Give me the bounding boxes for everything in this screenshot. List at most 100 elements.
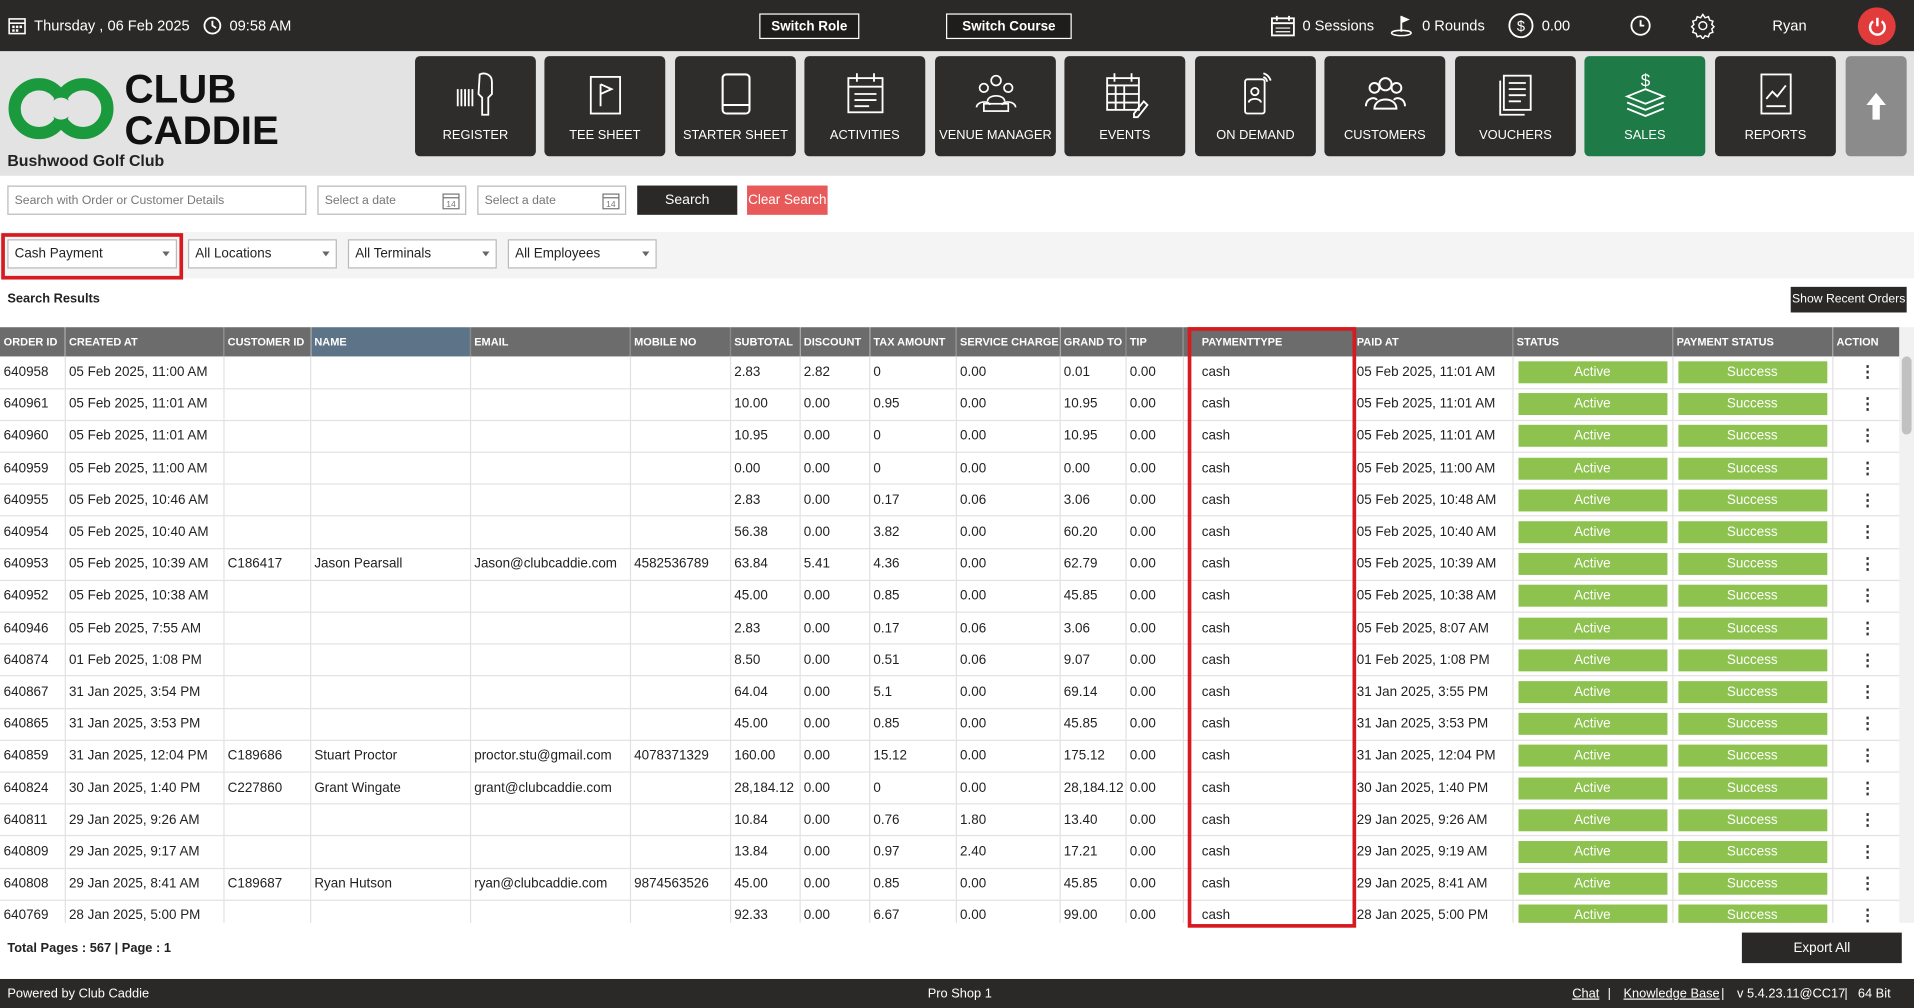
col-created-at[interactable]: CREATED AT xyxy=(64,327,224,357)
balance-indicator[interactable]: $ 0.00 xyxy=(1508,0,1570,51)
nav-tee-sheet[interactable]: TEE SHEET xyxy=(544,56,666,157)
row-actions-menu-icon[interactable]: ⋮ xyxy=(1832,708,1900,741)
search-input[interactable]: Search with Order or Customer Details xyxy=(7,185,307,215)
switch-course-button[interactable]: Switch Course xyxy=(946,13,1072,40)
payment-status-badge: Success xyxy=(1677,361,1827,384)
settings-button[interactable] xyxy=(1689,0,1716,51)
col-payment-status[interactable]: PAYMENT STATUS xyxy=(1672,327,1833,357)
row-actions-menu-icon[interactable]: ⋮ xyxy=(1832,803,1900,837)
table-row[interactable]: 640859 31 Jan 2025, 12:04 PM C189686 Stuart… xyxy=(0,740,1900,773)
date-to-input[interactable]: Select a date 14 xyxy=(477,185,627,215)
cell-status: Active xyxy=(1512,388,1673,421)
scrollbar-thumb[interactable] xyxy=(1901,356,1912,435)
cell-discount: 0.00 xyxy=(799,867,870,901)
col-name[interactable]: NAME xyxy=(310,327,471,357)
col-subtotal[interactable]: SUBTOTAL xyxy=(729,327,801,357)
row-actions-menu-icon[interactable]: ⋮ xyxy=(1832,644,1900,677)
nav-on-demand[interactable]: ON DEMAND xyxy=(1195,56,1316,157)
date-from-input[interactable]: Select a date 14 xyxy=(317,185,467,215)
row-actions-menu-icon[interactable]: ⋮ xyxy=(1832,740,1900,773)
nav-venue-manager[interactable]: VENUE MANAGER xyxy=(935,56,1056,157)
nav-starter-sheet[interactable]: STARTER SHEET xyxy=(675,56,796,157)
power-icon xyxy=(1868,17,1886,36)
chat-link[interactable]: Chat xyxy=(1572,986,1599,1001)
col-tax[interactable]: TAX AMOUNT xyxy=(869,327,957,357)
location-select[interactable]: All Locations xyxy=(187,239,337,269)
nav-customers[interactable]: CUSTOMERS xyxy=(1324,56,1446,157)
row-actions-menu-icon[interactable]: ⋮ xyxy=(1832,899,1900,923)
table-row[interactable]: 640867 31 Jan 2025, 3:54 PM 64.04 0.00 5.1 0.… xyxy=(0,676,1900,709)
row-actions-menu-icon[interactable]: ⋮ xyxy=(1832,612,1900,645)
row-actions-menu-icon[interactable]: ⋮ xyxy=(1832,580,1900,613)
orders-table-wrapper[interactable]: ORDER ID CREATED AT CUSTOMER ID NAME EMA… xyxy=(0,327,1900,923)
cell-tax: 0.85 xyxy=(869,867,957,901)
cell-tax: 3.82 xyxy=(869,516,957,549)
table-scrollbar[interactable] xyxy=(1899,327,1914,923)
logout-button[interactable] xyxy=(1857,7,1896,46)
nav-events[interactable]: EVENTS xyxy=(1064,56,1186,157)
row-actions-menu-icon[interactable]: ⋮ xyxy=(1832,356,1900,390)
col-discount[interactable]: DISCOUNT xyxy=(799,327,870,357)
col-status[interactable]: STATUS xyxy=(1512,327,1673,357)
row-actions-menu-icon[interactable]: ⋮ xyxy=(1832,516,1900,549)
nav-vouchers[interactable]: VOUCHERS xyxy=(1455,56,1576,157)
row-actions-menu-icon[interactable]: ⋮ xyxy=(1832,388,1900,421)
table-row[interactable]: 640960 05 Feb 2025, 11:01 AM 10.95 0.00 0 0.0… xyxy=(0,420,1900,453)
scroll-up-button[interactable] xyxy=(1845,56,1907,157)
show-recent-orders-button[interactable]: Show Recent Orders xyxy=(1790,286,1907,313)
nav-register[interactable]: REGISTER xyxy=(415,56,536,157)
rounds-indicator[interactable]: 0 Rounds xyxy=(1390,0,1485,51)
nav-reports[interactable]: REPORTS xyxy=(1715,56,1836,157)
row-actions-menu-icon[interactable]: ⋮ xyxy=(1832,835,1900,869)
employee-select[interactable]: All Employees xyxy=(507,239,657,269)
sessions-indicator[interactable]: 0 Sessions xyxy=(1271,0,1374,51)
cell-paid-at: 05 Feb 2025, 11:01 AM xyxy=(1352,420,1514,453)
col-customer-id[interactable]: CUSTOMER ID xyxy=(223,327,311,357)
cell-paid-at: 29 Jan 2025, 8:41 AM xyxy=(1352,867,1514,901)
terminal-select[interactable]: All Terminals xyxy=(347,239,497,269)
row-actions-menu-icon[interactable]: ⋮ xyxy=(1832,484,1900,517)
col-tip[interactable]: TIP xyxy=(1125,327,1184,357)
table-row[interactable]: 640954 05 Feb 2025, 10:40 AM 56.38 0.00 3.82… xyxy=(0,516,1900,549)
row-actions-menu-icon[interactable]: ⋮ xyxy=(1832,548,1900,581)
cell-grand-total: 62.79 xyxy=(1059,548,1127,581)
clear-search-button[interactable]: Clear Search xyxy=(747,185,828,215)
table-row[interactable]: 640946 05 Feb 2025, 7:55 AM 2.83 0.00 0.17 0.… xyxy=(0,612,1900,645)
row-actions-menu-icon[interactable]: ⋮ xyxy=(1832,420,1900,453)
col-email[interactable]: EMAIL xyxy=(469,327,631,357)
col-order-id[interactable]: ORDER ID xyxy=(0,327,66,357)
user-name[interactable]: Ryan xyxy=(1772,0,1806,51)
table-row[interactable]: 640824 30 Jan 2025, 1:40 PM C227860 Grant W… xyxy=(0,771,1900,805)
table-row[interactable]: 640955 05 Feb 2025, 10:46 AM 2.83 0.00 0.17 0… xyxy=(0,484,1900,517)
cell-email xyxy=(469,388,631,421)
club-caddie-logo[interactable]: CLUB CADDIE xyxy=(7,63,312,155)
table-row[interactable]: 640961 05 Feb 2025, 11:01 AM 10.00 0.00 0.95… xyxy=(0,388,1900,421)
table-row[interactable]: 640952 05 Feb 2025, 10:38 AM 45.00 0.00 0.85… xyxy=(0,580,1900,613)
knowledge-base-link[interactable]: Knowledge Base xyxy=(1623,986,1719,1001)
table-row[interactable]: 640769 28 Jan 2025, 5:00 PM 92.33 0.00 6.67 0… xyxy=(0,899,1900,923)
table-row[interactable]: 640874 01 Feb 2025, 1:08 PM 8.50 0.00 0.51 0.… xyxy=(0,644,1900,677)
row-actions-menu-icon[interactable]: ⋮ xyxy=(1832,452,1900,485)
table-row[interactable]: 640808 29 Jan 2025, 8:41 AM C189687 Ryan Hu… xyxy=(0,867,1900,901)
row-actions-menu-icon[interactable]: ⋮ xyxy=(1832,676,1900,709)
nav-sales[interactable]: $ SALES xyxy=(1584,56,1706,157)
timer-button[interactable] xyxy=(1630,0,1652,51)
col-paid-at[interactable]: PAID AT xyxy=(1352,327,1514,357)
cell-tax: 5.1 xyxy=(869,676,957,709)
col-grand-total[interactable]: GRAND TO xyxy=(1059,327,1127,357)
table-row[interactable]: 640809 29 Jan 2025, 9:17 AM 13.84 0.00 0.97 2… xyxy=(0,835,1900,869)
table-row[interactable]: 640958 05 Feb 2025, 11:00 AM 2.83 2.82 0 0.00… xyxy=(0,356,1900,390)
nav-activities[interactable]: ACTIVITIES xyxy=(804,56,926,157)
cell-created-at: 28 Jan 2025, 5:00 PM xyxy=(64,899,224,923)
row-actions-menu-icon[interactable]: ⋮ xyxy=(1832,771,1900,805)
search-button[interactable]: Search xyxy=(637,185,738,215)
row-actions-menu-icon[interactable]: ⋮ xyxy=(1832,867,1900,901)
table-row[interactable]: 640811 29 Jan 2025, 9:26 AM 10.84 0.00 0.76 1… xyxy=(0,803,1900,837)
col-service-charge[interactable]: SERVICE CHARGE xyxy=(955,327,1061,357)
switch-role-button[interactable]: Switch Role xyxy=(759,13,860,40)
col-mobile[interactable]: MOBILE NO xyxy=(629,327,731,357)
table-row[interactable]: 640953 05 Feb 2025, 10:39 AM C186417 Jason … xyxy=(0,548,1900,581)
table-row[interactable]: 640959 05 Feb 2025, 11:00 AM 0.00 0.00 0 0.00… xyxy=(0,452,1900,485)
table-row[interactable]: 640865 31 Jan 2025, 3:53 PM 45.00 0.00 0.85 0… xyxy=(0,708,1900,741)
export-all-button[interactable]: Export All xyxy=(1741,932,1902,964)
